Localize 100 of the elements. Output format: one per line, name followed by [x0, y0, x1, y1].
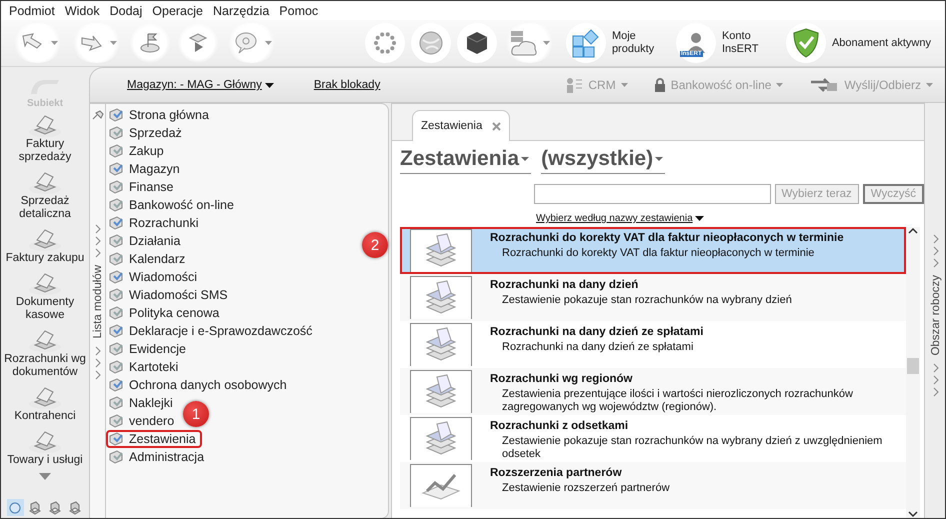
stack-icon [68, 500, 82, 514]
module-icon [108, 234, 124, 248]
up-chevron-icon[interactable] [908, 227, 918, 235]
filter-dropdown[interactable]: (wszystkie) [541, 147, 666, 174]
nav-button[interactable]: Kontrahenci [2, 381, 88, 425]
module-item[interactable]: Administracja [106, 448, 210, 466]
module-item[interactable]: Kartoteki [106, 358, 184, 376]
module-icon [108, 162, 124, 176]
module-item[interactable]: Polityka cenowa [106, 304, 226, 322]
menu-item[interactable]: Operacje [150, 4, 211, 18]
module-item[interactable]: Zakup [106, 142, 170, 160]
module-item[interactable]: Zestawienia [106, 430, 202, 448]
module-icon [108, 450, 124, 464]
module-item[interactable]: Wiadomości [106, 268, 204, 286]
person-list-icon [565, 77, 584, 93]
report-description: Rozrachunki do korekty VAT dla faktur nieopłaconych w terminie [501, 247, 816, 260]
module-item[interactable]: Rozrachunki [106, 214, 204, 232]
report-row[interactable]: Rozrachunki do korekty VAT dla faktur nieopłaconych w terminie Rozrachunki do korekty VAT dla faktur nieopłaconych w terminie [400, 227, 906, 274]
view-toggle[interactable] [26, 499, 44, 516]
module-icon [108, 216, 124, 230]
chevron-icon[interactable] [94, 370, 100, 380]
scrollbar[interactable] [906, 227, 920, 518]
caret-icon [655, 157, 664, 161]
report-title: Rozrachunki do korekty VAT dla faktur nieopłaconych w terminie [490, 232, 844, 244]
module-item[interactable]: Kalendarz [106, 250, 192, 268]
scroll-thumb[interactable] [907, 358, 919, 374]
lock-status-link[interactable]: Brak blokady [314, 79, 380, 91]
module-icon [108, 378, 124, 392]
module-item[interactable]: Naklejki [106, 394, 179, 412]
report-description: Zestawienie pokazuje stan rozrachunków na wybrany dzień [501, 294, 792, 307]
module-icon [108, 126, 124, 140]
chevron-icon[interactable] [94, 358, 100, 368]
module-item[interactable]: Bankowość on-line [106, 196, 240, 214]
module-icon [108, 288, 124, 302]
module-icon [108, 270, 124, 284]
nav-button[interactable]: Towary i usługi [2, 425, 88, 469]
down-chevron-icon[interactable] [908, 510, 918, 518]
chevron-icon[interactable] [933, 374, 939, 385]
module-item[interactable]: Wiadomości SMS [106, 286, 234, 304]
down-arrow-icon[interactable] [39, 473, 51, 480]
view-toggle[interactable] [6, 499, 24, 516]
module-item[interactable]: Sprzedaż [106, 124, 188, 142]
view-toggle[interactable] [46, 499, 64, 516]
module-item[interactable]: Magazyn [106, 160, 186, 178]
module-item[interactable]: Deklaracje i e-Sprawozdawczość [106, 322, 318, 340]
circle-icon [9, 502, 21, 514]
report-title: Rozrachunki z odsetkami [490, 420, 630, 432]
category-dropdown[interactable]: Zestawienia [400, 147, 532, 174]
report-row[interactable]: Rozrachunki wg regionów Zestawienia prezentujące ilości i wartości nierozliczonych rozrachunków zagregowanych wg województw (regionów). [400, 368, 906, 415]
report-title: Rozrachunki wg regionów [490, 373, 634, 385]
search-field[interactable] [534, 184, 771, 204]
tiles-icon [570, 28, 601, 58]
menu-item[interactable]: Podmiot [7, 4, 63, 18]
menu-item[interactable]: Widok [62, 4, 108, 18]
module-item[interactable]: Ochrona danych osobowych [106, 376, 293, 394]
toolbar-link[interactable]: Abonament aktywny [782, 23, 935, 63]
search-mode-dropdown[interactable]: Wybierz według nazwy zestawienia [536, 213, 704, 224]
module-icon [108, 324, 124, 338]
report-description: Rozrachunki na dany dzień ze spłatami [501, 341, 694, 354]
caret-icon [264, 82, 274, 88]
nav-button[interactable]: Sprzedaż detaliczna [2, 166, 88, 223]
nav-button[interactable]: Faktury zakupu [2, 223, 88, 267]
report-description: Zestawienie rozszerzeń partnerów [501, 482, 670, 495]
report-title: Rozszerzenia partnerów [490, 467, 623, 479]
caret-icon [110, 41, 117, 45]
module-icon [108, 432, 124, 446]
cloud-server-icon [508, 29, 539, 57]
menu-item[interactable]: Narzędzia [211, 4, 278, 18]
close-icon[interactable] [492, 122, 502, 130]
stack-icon [28, 500, 42, 514]
chevron-icon[interactable] [933, 362, 939, 373]
report-row[interactable]: Rozrachunki na dany dzień Zestawienie pokazuje stan rozrachunków na wybrany dzień [400, 274, 906, 321]
warehouse-dropdown[interactable]: Magazyn: - MAG - Główny [127, 79, 274, 91]
module-icon [108, 396, 124, 410]
nav-button[interactable]: Dokumenty kasowe [2, 267, 88, 324]
report-description: Zestawienie pokazuje stan rozrachunków na wybrany dzień z uwzględnieniem odsetek [501, 435, 884, 460]
menu-item[interactable]: Dodaj [108, 4, 150, 18]
report-description: Zestawienia prezentujące ilości i wartości nierozliczonych rozrachunków zagregowanych wg województw (regionów). [501, 388, 854, 413]
menu-item[interactable]: Pomoc [277, 4, 326, 18]
nav-button[interactable]: Faktury sprzedaży [2, 109, 88, 166]
module-icon [108, 360, 124, 374]
pin-icon[interactable] [92, 110, 104, 120]
view-toggle[interactable] [66, 499, 84, 516]
chart-icon [421, 471, 461, 501]
panel-title: Lista modułów [92, 265, 104, 339]
tab[interactable]: Zestawienia [412, 110, 510, 141]
panel-title: Obszar roboczy [930, 275, 942, 356]
report-row[interactable]: Rozszerzenia partnerów Zestawienie rozszerzeń partnerów [400, 462, 906, 509]
module-item[interactable]: Finanse [106, 178, 180, 196]
module-item[interactable]: Działania [106, 232, 186, 250]
lock-icon [654, 78, 666, 92]
toolbar-link[interactable]: Moje produkty [562, 23, 666, 63]
module-item[interactable]: vendero [106, 412, 180, 430]
chevron-icon[interactable] [94, 346, 100, 356]
chevron-icon[interactable] [933, 386, 939, 397]
toolbar-button[interactable] [456, 23, 497, 63]
caret-icon [521, 157, 530, 161]
module-item[interactable]: Ewidencje [106, 340, 192, 358]
nav-button[interactable]: Rozrachunki wg dokumentów [2, 324, 88, 381]
module-item[interactable]: Strona główna [106, 106, 215, 124]
